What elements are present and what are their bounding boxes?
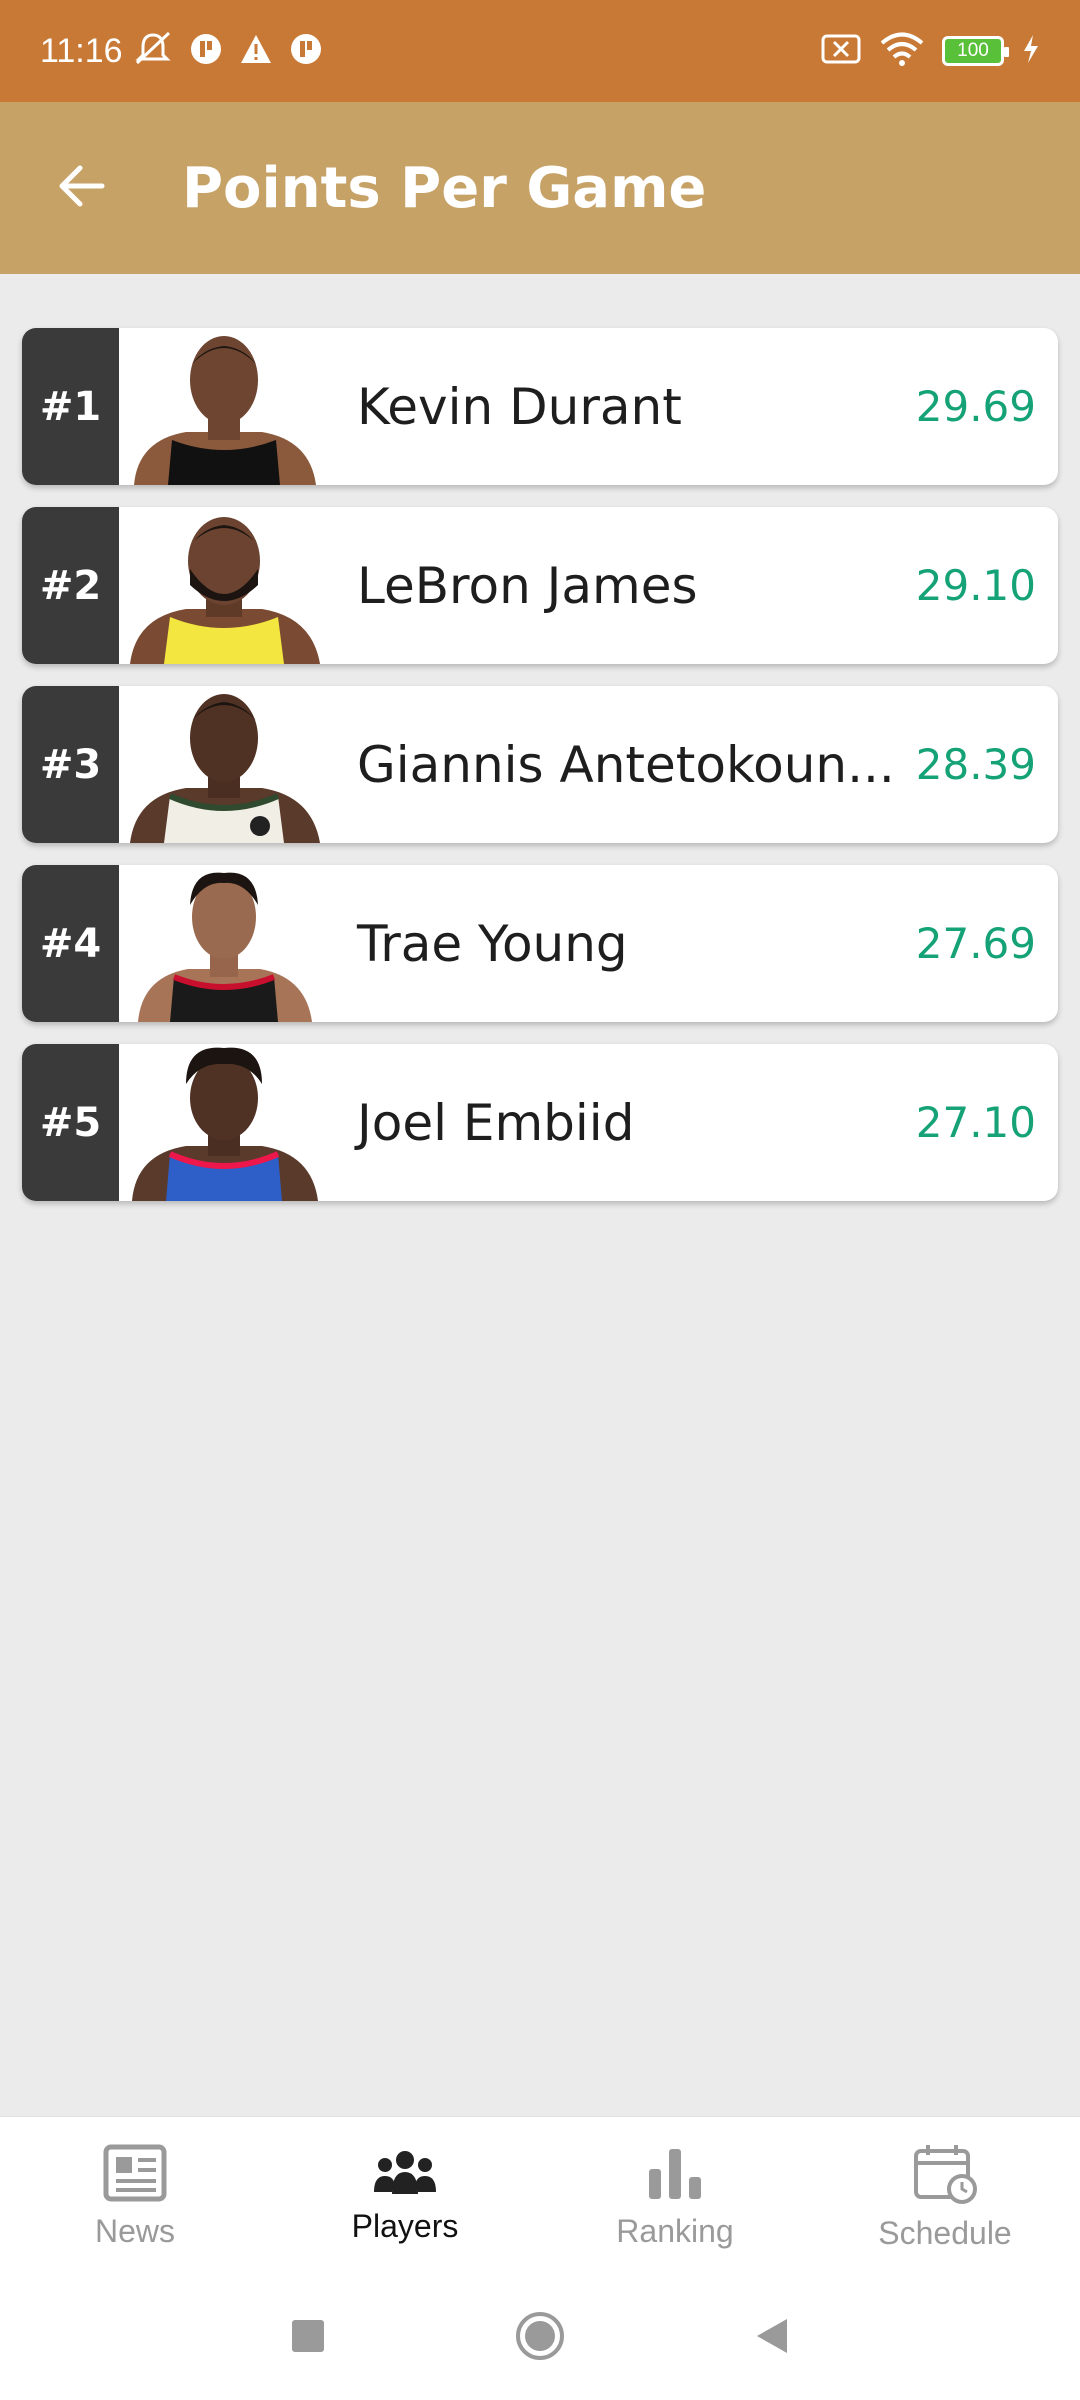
app-bar: Points Per Game <box>0 102 1080 274</box>
square-icon <box>291 2319 325 2357</box>
player-list: #1 Kevin Durant 29.69 #2 LeBron James 29… <box>22 328 1058 1223</box>
nav-item-players[interactable]: Players <box>270 2117 540 2276</box>
circle-icon <box>515 2311 565 2365</box>
page-title: Points Per Game <box>182 155 707 221</box>
rank-badge: #2 <box>22 507 119 664</box>
rank-badge: #4 <box>22 865 119 1022</box>
no-sim-icon <box>820 33 862 69</box>
player-name: Trae Young <box>357 914 628 973</box>
bottom-nav: News Players Ranking Schedule <box>0 2116 1080 2276</box>
player-name: Kevin Durant <box>357 377 682 436</box>
player-photo <box>119 328 329 485</box>
notification-icon <box>189 32 223 70</box>
ppg-value: 27.10 <box>915 1098 1036 1147</box>
player-photo <box>119 865 329 1022</box>
nav-item-ranking[interactable]: Ranking <box>540 2117 810 2276</box>
player-photo <box>119 507 329 664</box>
player-row[interactable]: #2 LeBron James 29.10 <box>22 507 1058 664</box>
player-row[interactable]: #5 Joel Embiid 27.10 <box>22 1044 1058 1201</box>
home-button[interactable] <box>515 2311 565 2365</box>
rank-badge: #1 <box>22 328 119 485</box>
system-nav-bar <box>0 2276 1080 2400</box>
nav-label-schedule: Schedule <box>878 2215 1012 2251</box>
player-name: Giannis Antetokoun... <box>357 735 895 794</box>
player-photo <box>119 686 329 843</box>
ppg-value: 29.69 <box>915 382 1036 431</box>
player-name: LeBron James <box>357 556 698 615</box>
back-button[interactable] <box>52 158 112 218</box>
status-bar: 11:16 100 <box>0 0 1080 102</box>
mute-icon <box>133 31 173 71</box>
newspaper-icon <box>102 2143 168 2207</box>
triangle-back-icon <box>755 2317 789 2359</box>
nav-label-news: News <box>94 2213 175 2249</box>
arrow-left-icon <box>58 164 106 212</box>
nav-label-ranking: Ranking <box>616 2213 734 2249</box>
ppg-value: 29.10 <box>915 561 1036 610</box>
ppg-value: 28.39 <box>915 740 1036 789</box>
rank-badge: #5 <box>22 1044 119 1201</box>
nav-item-schedule[interactable]: Schedule <box>810 2117 1080 2276</box>
warning-icon <box>239 33 273 69</box>
ppg-value: 27.69 <box>915 919 1036 968</box>
player-row[interactable]: #1 Kevin Durant 29.69 <box>22 328 1058 485</box>
nav-label-players: Players <box>351 2208 459 2244</box>
calendar-icon <box>912 2141 978 2209</box>
player-name: Joel Embiid <box>357 1093 635 1152</box>
charging-icon <box>1022 34 1040 68</box>
player-photo <box>119 1044 329 1201</box>
status-time: 11:16 <box>40 31 123 70</box>
player-row[interactable]: #3 Giannis Antetokoun... 28.39 <box>22 686 1058 843</box>
nav-item-news[interactable]: News <box>0 2117 270 2276</box>
notification-icon <box>289 32 323 70</box>
bar-chart-icon <box>645 2143 705 2207</box>
recents-button[interactable] <box>291 2319 325 2357</box>
people-icon <box>372 2148 438 2202</box>
back-nav-button[interactable] <box>755 2317 789 2359</box>
battery-icon: 100 <box>942 36 1009 66</box>
rank-badge: #3 <box>22 686 119 843</box>
wifi-icon <box>880 32 924 70</box>
player-row[interactable]: #4 Trae Young 27.69 <box>22 865 1058 1022</box>
